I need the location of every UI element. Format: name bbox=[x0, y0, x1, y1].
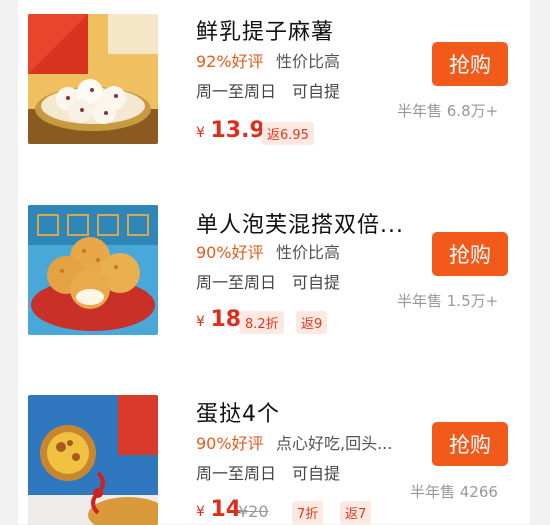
product-title[interactable]: 鲜乳提子麻薯 bbox=[196, 14, 334, 46]
buy-button[interactable]: 抢购 bbox=[432, 42, 508, 86]
currency-symbol: ¥ bbox=[196, 125, 205, 141]
buy-button[interactable]: 抢购 bbox=[432, 422, 508, 466]
product-title[interactable]: 蛋挞4个 bbox=[196, 396, 280, 428]
product-tag: 点心好吃,回头... bbox=[276, 434, 393, 453]
egg-tarts-image bbox=[28, 395, 158, 525]
price: ¥ 18 bbox=[196, 307, 241, 332]
price-value: 14 bbox=[210, 497, 242, 522]
availability-text: 周一至周日 可自提 bbox=[196, 273, 341, 292]
sold-count: 半年售 4266 bbox=[410, 483, 498, 501]
rebate-badge: 返9 bbox=[296, 311, 328, 334]
sold-count: 半年售 1.5万+ bbox=[397, 292, 499, 310]
rating-text: 90%好评 bbox=[196, 434, 264, 453]
currency-symbol: ¥ bbox=[196, 504, 205, 520]
discount-badge: 7折 bbox=[292, 501, 324, 524]
product-tag: 性价比高 bbox=[276, 52, 341, 71]
price: ¥ 14 bbox=[196, 497, 241, 522]
rating-text: 92%好评 bbox=[196, 52, 264, 71]
price-value: 18 bbox=[210, 307, 242, 332]
rating-text: 90%好评 bbox=[196, 243, 264, 262]
product-image-egg-tarts[interactable] bbox=[28, 395, 158, 525]
original-price: ¥20 bbox=[238, 502, 269, 521]
price-value: 13.9 bbox=[210, 118, 265, 143]
availability-text: 周一至周日 可自提 bbox=[196, 464, 341, 483]
product-image-mochi[interactable] bbox=[28, 14, 158, 144]
cream-puffs-image bbox=[28, 205, 158, 335]
sold-count: 半年售 6.8万+ bbox=[397, 102, 499, 120]
price: ¥ 13.9 bbox=[196, 118, 265, 143]
product-image-puffs[interactable] bbox=[28, 205, 158, 335]
buy-button[interactable]: 抢购 bbox=[432, 232, 508, 276]
product-title[interactable]: 单人泡芙混搭双倍... bbox=[196, 207, 404, 239]
product-tag: 性价比高 bbox=[276, 243, 341, 262]
currency-symbol: ¥ bbox=[196, 314, 205, 330]
rebate-badge: 返7 bbox=[340, 501, 372, 524]
mochi-plate-image bbox=[28, 14, 158, 144]
discount-badge: 8.2折 bbox=[240, 311, 284, 334]
rebate-badge: 返6.95 bbox=[262, 122, 314, 145]
availability-text: 周一至周日 可自提 bbox=[196, 82, 341, 101]
